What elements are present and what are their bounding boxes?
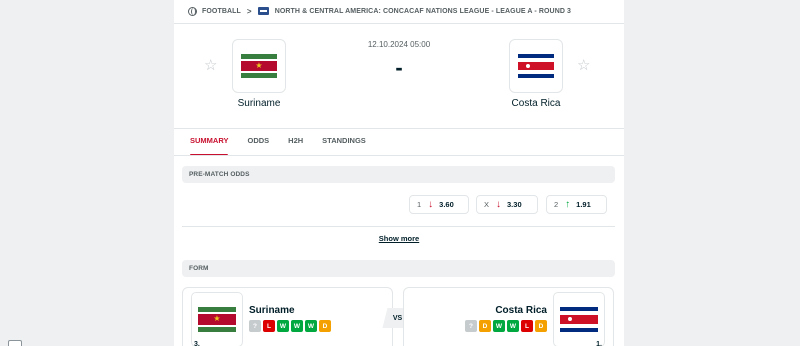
away-form-logo: 1. bbox=[553, 292, 605, 346]
form-result-badge[interactable]: W bbox=[305, 320, 317, 332]
favorite-home-star-icon[interactable]: ☆ bbox=[204, 58, 217, 73]
pre-match-odds-header: PRE-MATCH ODDS bbox=[182, 166, 615, 183]
odds-label: 2 bbox=[554, 200, 559, 209]
form-result-badge[interactable]: W bbox=[291, 320, 303, 332]
tab-summary[interactable]: SUMMARY bbox=[190, 136, 229, 156]
breadcrumb-competition[interactable]: NORTH & CENTRAL AMERICA: CONCACAF NATION… bbox=[275, 8, 571, 15]
match-panel: FOOTBALL > NORTH & CENTRAL AMERICA: CONC… bbox=[174, 0, 624, 346]
form-result-badge[interactable]: D bbox=[479, 320, 491, 332]
form-result-badge[interactable]: W bbox=[277, 320, 289, 332]
divider bbox=[174, 155, 624, 156]
form-result-badge[interactable]: W bbox=[507, 320, 519, 332]
form-result-badge[interactable]: D bbox=[319, 320, 331, 332]
match-datetime: 12.10.2024 05:00 bbox=[367, 40, 431, 49]
show-more-link[interactable]: Show more bbox=[174, 234, 624, 243]
suriname-flag-icon: ★ bbox=[241, 54, 277, 78]
odds-value: 1.91 bbox=[576, 200, 591, 209]
breadcrumb-sport[interactable]: FOOTBALL bbox=[202, 8, 241, 15]
divider bbox=[174, 23, 624, 24]
form-result-badge[interactable]: L bbox=[521, 320, 533, 332]
divider bbox=[174, 128, 624, 129]
form-header: FORM bbox=[182, 260, 615, 277]
away-form-team-name: Costa Rica bbox=[495, 305, 547, 316]
arrow-down-icon: ↓ bbox=[496, 198, 502, 210]
globe-icon bbox=[188, 6, 197, 16]
home-form-logo: ★ 3. bbox=[191, 292, 243, 346]
home-form-team-name: Suriname bbox=[249, 305, 295, 316]
league-flag-icon bbox=[257, 7, 269, 15]
divider bbox=[182, 226, 615, 227]
match-score: - bbox=[395, 55, 403, 80]
home-team-name[interactable]: Suriname bbox=[204, 98, 314, 109]
odds-draw-button[interactable]: X ↓ 3.30 bbox=[476, 195, 538, 214]
away-form-results: ? D W W L D bbox=[465, 320, 547, 332]
odds-value: 3.30 bbox=[507, 200, 522, 209]
away-form-card[interactable]: Costa Rica ? D W W L D 1. bbox=[403, 287, 614, 346]
odds-away-button[interactable]: 2 ↑ 1.91 bbox=[546, 195, 607, 214]
suriname-flag-icon: ★ bbox=[198, 306, 236, 333]
home-form-card[interactable]: ★ 3. Suriname ? L W W W D bbox=[182, 287, 393, 346]
form-result-badge[interactable]: L bbox=[263, 320, 275, 332]
form-result-badge[interactable]: D bbox=[535, 320, 547, 332]
home-rank: 3. bbox=[194, 341, 200, 346]
form-result-badge[interactable]: W bbox=[493, 320, 505, 332]
match-tabs: SUMMARY ODDS H2H STANDINGS bbox=[190, 136, 385, 156]
costa-rica-flag-icon bbox=[560, 306, 598, 333]
window-icon[interactable] bbox=[8, 340, 22, 346]
away-rank: 1. bbox=[596, 341, 602, 346]
form-result-badge[interactable]: ? bbox=[465, 320, 477, 332]
form-result-badge[interactable]: ? bbox=[249, 320, 261, 332]
tab-standings[interactable]: STANDINGS bbox=[322, 136, 366, 156]
odds-home-button[interactable]: 1 ↓ 3.60 bbox=[409, 195, 469, 214]
tab-h2h[interactable]: H2H bbox=[288, 136, 303, 156]
chevron-right-icon: > bbox=[246, 6, 252, 16]
vs-label: VS bbox=[393, 314, 403, 322]
odds-label: 1 bbox=[417, 200, 422, 209]
favorite-away-star-icon[interactable]: ☆ bbox=[577, 58, 590, 73]
away-team-logo[interactable] bbox=[509, 39, 563, 93]
breadcrumb: FOOTBALL > NORTH & CENTRAL AMERICA: CONC… bbox=[188, 5, 571, 17]
tab-odds[interactable]: ODDS bbox=[247, 136, 269, 156]
odds-label: X bbox=[484, 200, 490, 209]
home-team-logo[interactable]: ★ bbox=[232, 39, 286, 93]
odds-value: 3.60 bbox=[439, 200, 454, 209]
arrow-up-icon: ↑ bbox=[565, 198, 571, 210]
home-form-results: ? L W W W D bbox=[249, 320, 331, 332]
costa-rica-flag-icon bbox=[518, 54, 554, 78]
arrow-down-icon: ↓ bbox=[428, 198, 434, 210]
away-team-name[interactable]: Costa Rica bbox=[481, 98, 591, 109]
